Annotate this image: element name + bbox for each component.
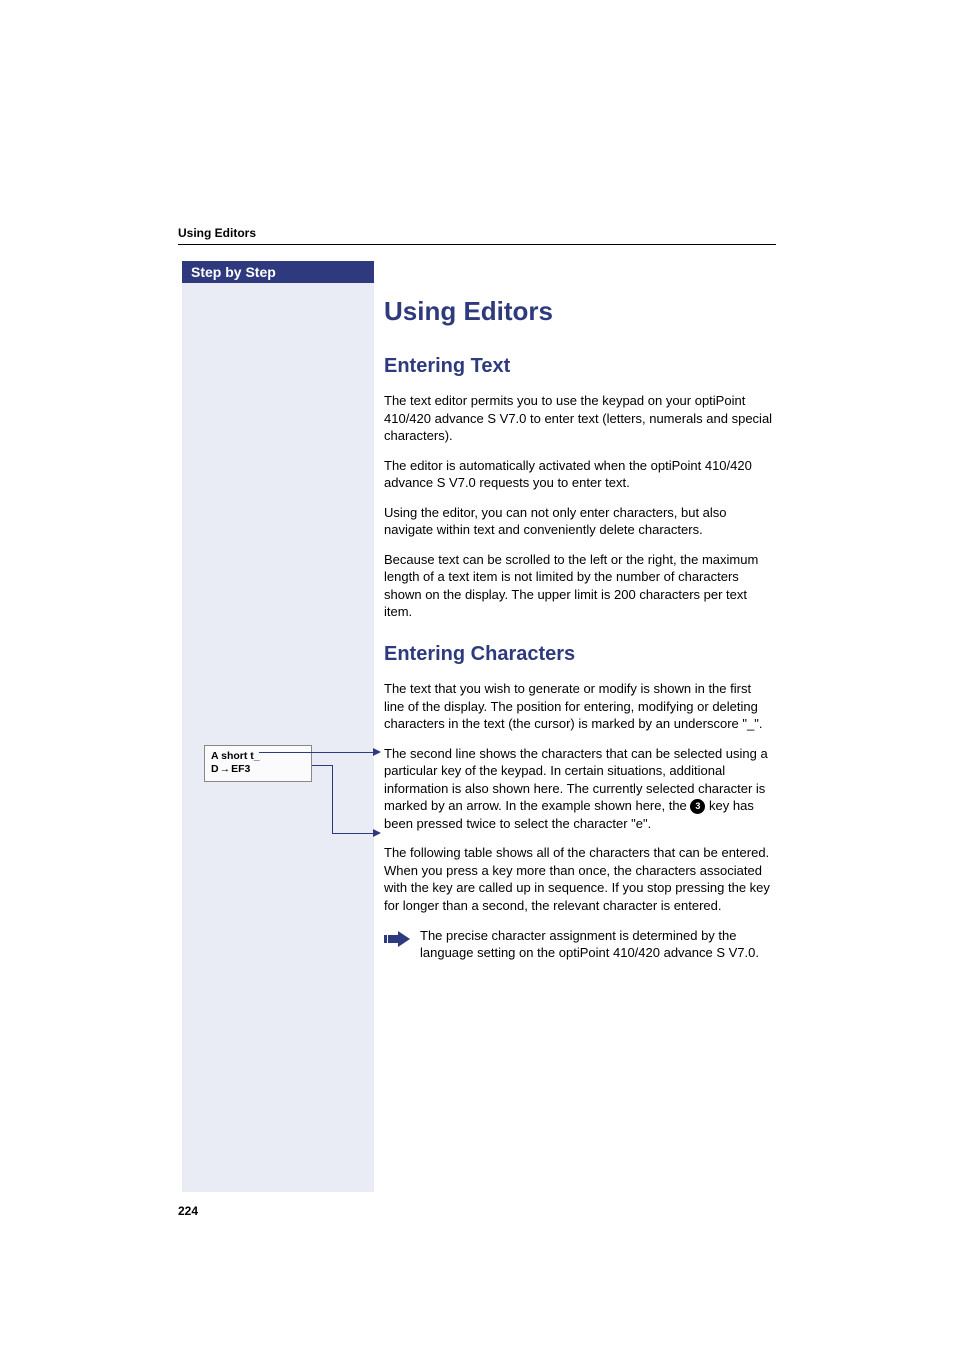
heading-entering-text: Entering Text: [384, 355, 774, 378]
callout-arrow-2-line: [332, 833, 373, 834]
display-callout-box: A short t_ D → EF3: [204, 745, 312, 782]
body-paragraph: The text that you wish to generate or mo…: [384, 680, 774, 733]
note-text: The precise character assignment is dete…: [420, 927, 774, 962]
body-paragraph: The editor is automatically activated wh…: [384, 457, 774, 492]
header-rule: [178, 244, 776, 245]
step-by-step-ribbon: Step by Step: [182, 261, 374, 283]
running-header: Using Editors: [178, 226, 256, 240]
callout-arrow-2-stub: [312, 765, 332, 766]
callout-arrow-2-head: [373, 829, 381, 837]
callout-vertical-line: [332, 765, 333, 833]
page-number: 224: [178, 1204, 198, 1218]
left-column-bg: [182, 283, 374, 1192]
main-content: Using Editors Entering Text The text edi…: [384, 296, 774, 962]
body-paragraph: Using the editor, you can not only enter…: [384, 504, 774, 539]
note-block: The precise character assignment is dete…: [384, 927, 774, 962]
body-paragraph: Because text can be scrolled to the left…: [384, 551, 774, 621]
callout-arrow-1-head: [373, 748, 381, 756]
body-paragraph: The second line shows the characters tha…: [384, 745, 774, 833]
note-arrow-icon: [384, 928, 412, 950]
display-line2-prefix: D: [211, 763, 219, 776]
body-paragraph: The text editor permits you to use the k…: [384, 392, 774, 445]
body-paragraph: The following table shows all of the cha…: [384, 844, 774, 914]
display-line-2: D → EF3: [211, 763, 305, 776]
keypad-key-icon: 3: [690, 799, 705, 814]
display-line2-suffix: EF3: [231, 763, 250, 776]
callout-arrow-1-line: [259, 752, 373, 753]
right-arrow-icon: →: [220, 763, 231, 776]
page-title: Using Editors: [384, 296, 774, 327]
heading-entering-characters: Entering Characters: [384, 643, 774, 666]
